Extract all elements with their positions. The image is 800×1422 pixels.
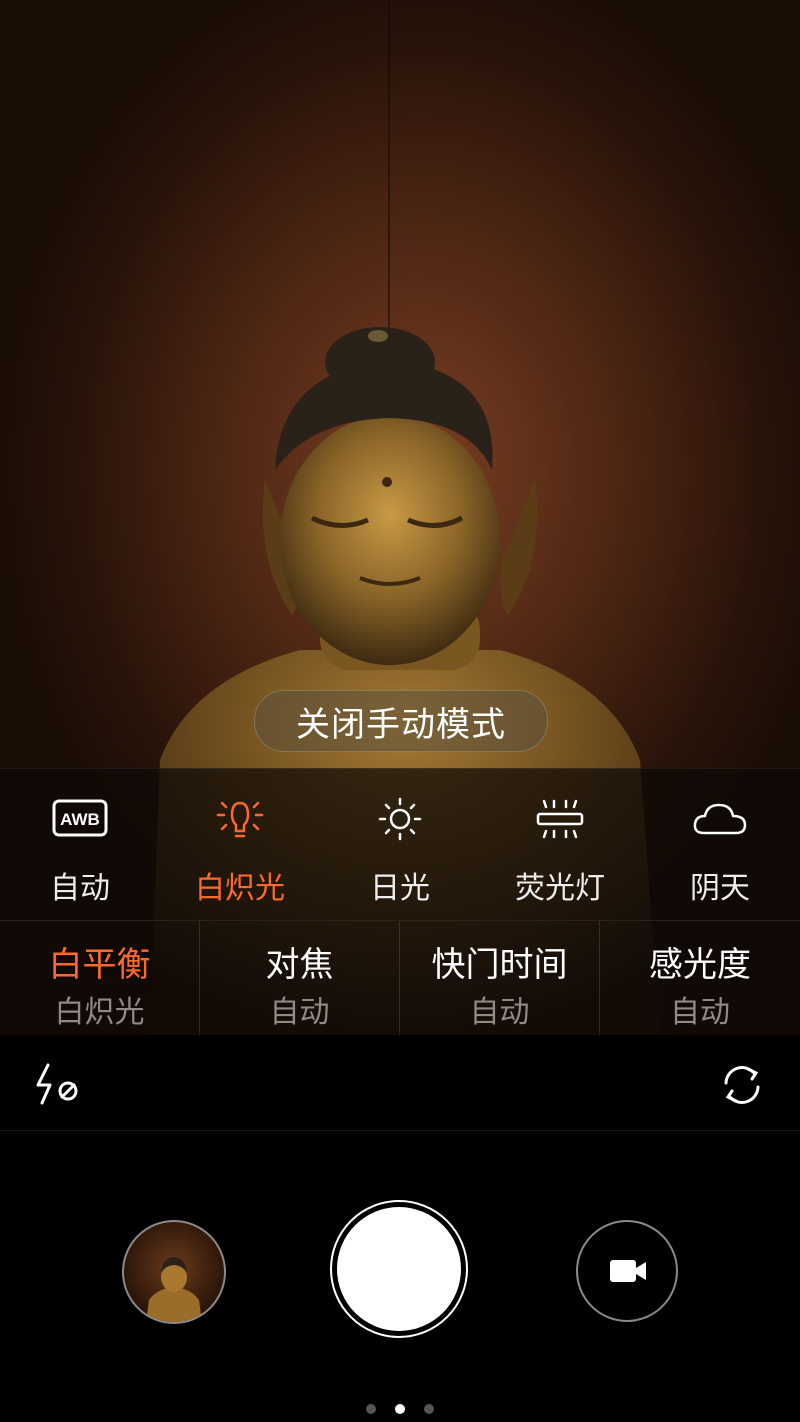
tab-iso[interactable]: 感光度 自动 [600,921,800,1035]
tab-shutter-time[interactable]: 快门时间 自动 [400,921,600,1035]
tab-white-balance[interactable]: 白平衡 白炽光 [0,921,200,1035]
tab-value-focus: 自动 [269,995,330,1030]
close-manual-mode-button[interactable]: 关闭手动模式 [254,690,548,752]
tab-value-iso: 自动 [670,995,730,1030]
wb-option-incandescent[interactable]: 白炽光 [160,769,320,921]
awb-icon: AWB [52,799,108,837]
page-indicator [366,1404,434,1416]
tab-title-white-balance: 白平衡 [48,945,151,985]
wb-option-fluorescent[interactable]: 荧光灯 [480,769,640,921]
wb-label-cloudy: 阴天 [690,871,750,906]
page-dot-active[interactable] [395,1404,405,1414]
wb-label-auto: 自动 [50,871,110,906]
tab-title-iso: 感光度 [649,945,751,985]
svg-text:AWB: AWB [60,810,100,829]
camera-control-bar [0,1035,800,1131]
white-balance-options: AWB 自动 白炽光 日光 荧光灯 阴天 [0,768,800,921]
tab-title-shutter-time: 快门时间 [431,945,568,985]
gallery-thumbnail[interactable] [122,1220,226,1324]
cloud-icon [693,803,747,835]
tab-title-focus: 对焦 [265,945,334,985]
video-mode-button[interactable] [576,1220,678,1322]
wb-option-cloudy[interactable]: 阴天 [640,769,800,921]
wb-label-incandescent: 白炽光 [195,871,285,906]
flash-off-icon[interactable] [32,1061,84,1109]
switch-camera-icon[interactable] [718,1061,766,1109]
manual-settings-tabs: 白平衡 白炽光 对焦 自动 快门时间 自动 感光度 自动 [0,920,800,1035]
wb-option-daylight[interactable]: 日光 [320,769,480,921]
tab-value-shutter-time: 自动 [469,995,530,1030]
tab-focus[interactable]: 对焦 自动 [200,921,400,1035]
gallery-thumbnail-image [146,1257,202,1322]
fluorescent-icon [536,799,584,839]
close-manual-mode-label: 关闭手动模式 [296,704,506,745]
page-dot[interactable] [366,1404,376,1414]
page-dot[interactable] [424,1404,434,1414]
shutter-button[interactable] [337,1207,461,1331]
wb-label-daylight: 日光 [370,871,430,906]
wb-option-auto[interactable]: AWB 自动 [0,769,160,921]
bulb-icon [216,801,264,838]
video-camera-icon [610,1260,646,1282]
sun-icon [378,797,422,841]
tab-value-white-balance: 白炽光 [54,995,145,1030]
wb-label-fluorescent: 荧光灯 [515,871,605,906]
camera-viewfinder[interactable]: 关闭手动模式 AWB 自动 白炽光 日光 荧光灯 阴天 白平衡 白炽光 对焦 自… [0,0,800,1035]
